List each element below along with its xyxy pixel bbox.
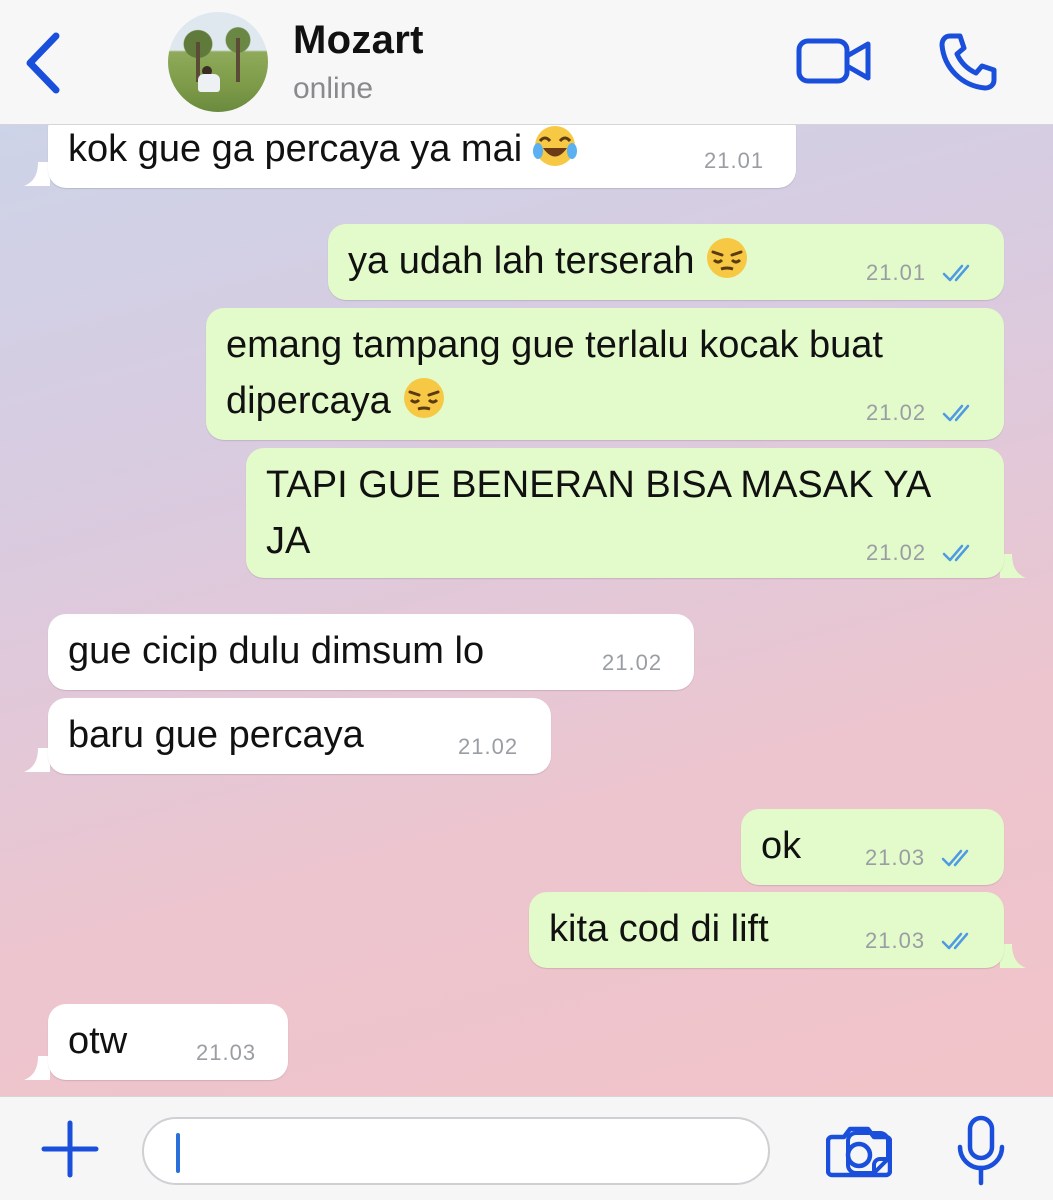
bubble-tail (24, 162, 50, 186)
message-time: 21.01 (704, 148, 765, 173)
microphone-icon[interactable] (955, 1115, 1007, 1187)
chat-header: Mozart online (0, 0, 1053, 125)
avatar[interactable] (168, 12, 268, 112)
bubble-tail (24, 1056, 50, 1080)
tears-of-joy-emoji-icon (533, 126, 578, 166)
camera-icon[interactable] (826, 1123, 892, 1179)
chat-screen: Mozart online kok gue ga percaya ya mai … (0, 0, 1053, 1200)
message-text: ya udah lah terserah (348, 240, 695, 282)
text-caret (176, 1133, 180, 1173)
message-time: 21.01 (866, 260, 927, 285)
message-text: kita cod di lift (549, 908, 769, 950)
message-bubble-outgoing[interactable]: emang tampang gue terlalu kocak buat dip… (206, 308, 1004, 440)
message-text: kok gue ga percaya ya mai (68, 128, 523, 170)
message-time: 21.02 (602, 650, 663, 675)
message-text: TAPI GUE BENERAN BISA MASAK YA (266, 464, 932, 506)
message-time: 21.03 (196, 1040, 257, 1065)
avatar-tree (236, 38, 240, 82)
phone-icon[interactable] (936, 30, 1000, 94)
bubble-tail (1000, 554, 1026, 578)
message-text: otw (68, 1020, 128, 1062)
message-text: gue cicip dulu dimsum lo (68, 630, 485, 672)
message-bubble-incoming[interactable]: baru gue percaya 21.02 (48, 698, 551, 774)
read-receipt-icon (942, 264, 970, 282)
message-bubble-outgoing[interactable]: ya udah lah terserah 21.01 (328, 224, 1004, 300)
read-receipt-icon (941, 932, 969, 950)
bubble-tail (1000, 944, 1026, 968)
read-receipt-icon (942, 544, 970, 562)
video-camera-icon[interactable] (796, 36, 872, 86)
bubble-tail (24, 748, 50, 772)
message-text: ok (761, 825, 802, 867)
pensive-emoji-icon (707, 238, 748, 278)
read-receipt-icon (942, 404, 970, 422)
message-input-bar (0, 1096, 1053, 1200)
plus-icon[interactable] (40, 1119, 100, 1179)
contact-status: online (293, 72, 374, 105)
message-bubble-incoming[interactable]: otw 21.03 (48, 1004, 288, 1080)
message-bubble-incoming[interactable]: gue cicip dulu dimsum lo 21.02 (48, 614, 694, 690)
message-text: emang tampang gue terlalu kocak buat (226, 324, 883, 366)
contact-name[interactable]: Mozart (293, 18, 424, 63)
message-time: 21.02 (458, 734, 519, 759)
message-bubble-outgoing[interactable]: ok 21.03 (741, 809, 1004, 885)
message-input[interactable] (142, 1117, 890, 1185)
message-text: JA (266, 520, 311, 562)
avatar-person (198, 74, 220, 92)
chevron-left-icon[interactable] (20, 30, 70, 96)
message-time: 21.02 (866, 400, 927, 425)
message-bubble-outgoing[interactable]: TAPI GUE BENERAN BISA MASAK YA JA 21.02 (246, 448, 1004, 578)
message-time: 21.03 (865, 928, 926, 953)
message-bubble-outgoing[interactable]: kita cod di lift 21.03 (529, 892, 1004, 968)
pensive-emoji-icon (403, 378, 444, 418)
message-time: 21.02 (866, 540, 927, 565)
message-time: 21.03 (865, 845, 926, 870)
read-receipt-icon (941, 849, 969, 867)
message-text: dipercaya (226, 380, 391, 422)
message-text: baru gue percaya (68, 714, 364, 756)
